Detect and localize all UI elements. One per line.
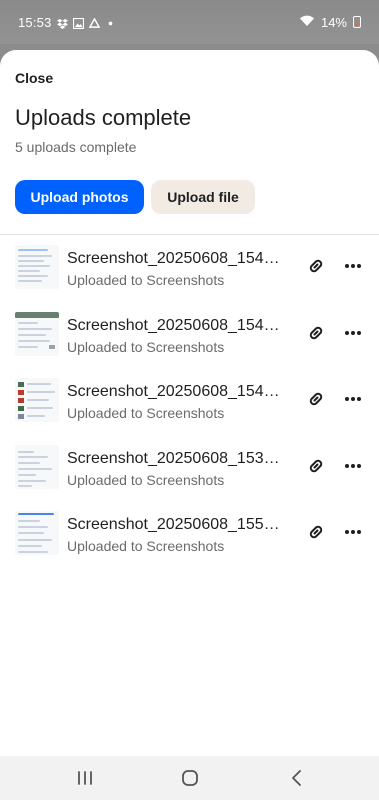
file-thumbnail xyxy=(15,378,59,422)
dropbox-icon xyxy=(56,17,68,29)
upload-photos-button[interactable]: Upload photos xyxy=(15,180,144,214)
more-options-icon[interactable] xyxy=(341,523,365,541)
link-icon[interactable] xyxy=(305,322,327,344)
image-icon xyxy=(72,17,84,30)
file-thumbnail xyxy=(15,444,59,489)
battery-icon xyxy=(353,16,361,28)
status-left: 15:53 xyxy=(18,15,116,30)
upload-file-button[interactable]: Upload file xyxy=(151,180,255,214)
file-name: Screenshot_20250608_154… xyxy=(67,316,280,334)
back-icon[interactable] xyxy=(282,766,312,790)
more-options-icon[interactable] xyxy=(341,390,365,408)
more-options-icon[interactable] xyxy=(341,324,365,342)
battery-text: 14% xyxy=(320,14,347,30)
more-options-icon[interactable] xyxy=(341,457,365,475)
navigation-bar xyxy=(0,756,379,800)
upload-status: Uploaded to Screenshots xyxy=(67,272,225,288)
status-time: 15:53 xyxy=(18,15,52,30)
link-icon[interactable] xyxy=(305,255,327,277)
link-icon[interactable] xyxy=(305,455,327,477)
list-item[interactable]: Screenshot_20250608_153… Uploaded to Scr… xyxy=(0,435,379,502)
file-thumbnail xyxy=(15,245,59,289)
upload-status: Uploaded to Screenshots xyxy=(67,338,225,355)
list-item[interactable]: Screenshot_20250608_155… Uploaded to Scr… xyxy=(0,501,379,568)
upload-status: Uploaded to Screenshots xyxy=(67,538,225,554)
dot-icon xyxy=(105,17,116,28)
close-button[interactable]: Close xyxy=(15,70,53,86)
status-bar: 15:53 14% xyxy=(0,0,379,44)
file-thumbnail xyxy=(15,511,59,555)
link-icon[interactable] xyxy=(305,521,327,543)
upload-status: Uploaded to Screenshots xyxy=(67,471,225,488)
list-item[interactable]: Screenshot_20250608_154… Uploaded to Scr… xyxy=(0,302,379,369)
more-options-icon[interactable] xyxy=(341,257,365,275)
google-one-icon xyxy=(88,17,100,28)
uploads-sheet: Close Uploads complete 5 uploads complet… xyxy=(0,50,379,756)
home-icon[interactable] xyxy=(175,766,205,790)
status-right: 14% xyxy=(299,14,361,30)
file-name: Screenshot_20250608_154… xyxy=(67,383,280,400)
link-icon[interactable] xyxy=(305,388,327,410)
uploads-list: Screenshot_20250608_154… Uploaded to Scr… xyxy=(0,235,379,568)
file-name: Screenshot_20250608_154… xyxy=(67,250,280,267)
recent-apps-icon[interactable] xyxy=(70,766,100,790)
wifi-icon xyxy=(299,14,315,30)
page-title: Uploads complete xyxy=(15,105,192,130)
list-item[interactable]: Screenshot_20250608_154… Uploaded to Scr… xyxy=(0,235,379,302)
file-name: Screenshot_20250608_155… xyxy=(67,516,280,533)
file-thumbnail xyxy=(15,311,59,356)
upload-status: Uploaded to Screenshots xyxy=(67,405,225,421)
list-item[interactable]: Screenshot_20250608_154… Uploaded to Scr… xyxy=(0,368,379,435)
file-name: Screenshot_20250608_153… xyxy=(67,449,280,467)
uploads-count-text: 5 uploads complete xyxy=(15,139,137,155)
